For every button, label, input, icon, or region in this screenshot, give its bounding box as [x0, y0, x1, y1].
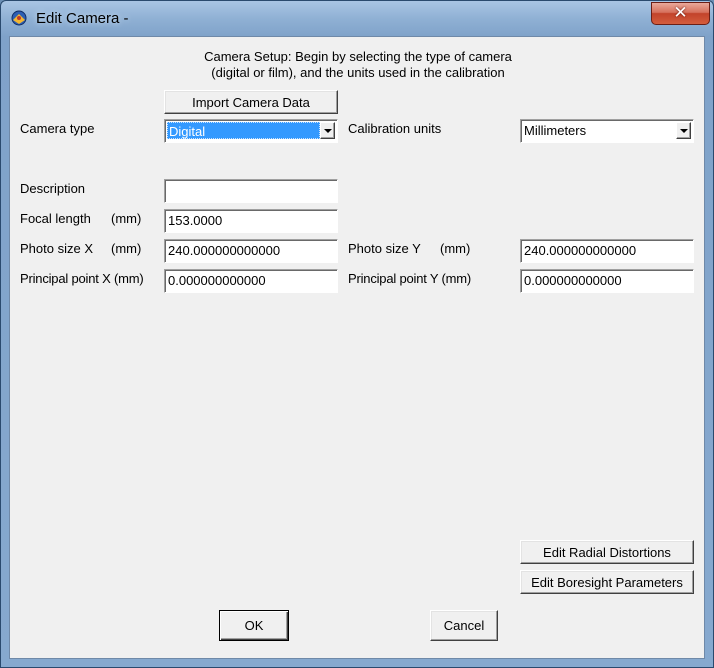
principal-point-y-label: Principal point Y (mm)	[348, 271, 471, 286]
camera-type-value: Digital	[167, 122, 320, 139]
camera-app-icon	[11, 10, 27, 26]
calibration-units-dropdown-button[interactable]	[676, 122, 691, 139]
window-title: Edit Camera -	[36, 10, 129, 27]
edit-boresight-parameters-button[interactable]: Edit Boresight Parameters	[520, 570, 694, 594]
import-camera-data-button[interactable]: Import Camera Data	[164, 90, 338, 114]
focal-length-input[interactable]: 153.0000	[164, 209, 338, 233]
photo-size-y-unit: (mm)	[440, 241, 471, 256]
camera-type-dropdown-button[interactable]	[320, 122, 335, 139]
photo-size-y-input[interactable]: 240.000000000000	[520, 239, 694, 263]
ok-button[interactable]: OK	[219, 610, 289, 641]
cancel-button[interactable]: Cancel	[430, 610, 498, 641]
dialog-body: Camera Setup: Begin by selecting the typ…	[9, 36, 705, 659]
photo-size-x-unit: (mm)	[111, 241, 142, 256]
photo-size-y-label: Photo size Y	[348, 241, 421, 256]
chevron-down-icon	[680, 129, 688, 133]
instructions-line-2: (digital or film), and the units used in…	[211, 65, 505, 80]
chevron-down-icon	[324, 129, 332, 133]
principal-point-x-label: Principal point X (mm)	[20, 271, 144, 286]
calibration-units-select[interactable]: Millimeters	[520, 119, 694, 143]
calibration-units-label: Calibration units	[348, 121, 442, 136]
edit-camera-window: Edit Camera - ✕ Camera Setup: Begin by s…	[0, 0, 714, 668]
close-icon: ✕	[673, 3, 688, 23]
description-label: Description	[20, 181, 86, 196]
focal-length-label: Focal length	[20, 211, 91, 226]
focal-length-unit: (mm)	[111, 211, 142, 226]
camera-type-select[interactable]: Digital	[164, 119, 338, 143]
photo-size-x-label: Photo size X	[20, 241, 93, 256]
photo-size-x-input[interactable]: 240.000000000000	[164, 239, 338, 263]
camera-type-label: Camera type	[20, 121, 95, 136]
close-button[interactable]: ✕	[651, 2, 710, 25]
edit-radial-distortions-button[interactable]: Edit Radial Distortions	[520, 540, 694, 564]
description-input[interactable]	[164, 179, 338, 203]
principal-point-x-input[interactable]: 0.000000000000	[164, 269, 338, 293]
title-bar[interactable]: Edit Camera - ✕	[1, 1, 713, 35]
instructions-line-1: Camera Setup: Begin by selecting the typ…	[204, 49, 512, 64]
calibration-units-value: Millimeters	[524, 123, 587, 138]
principal-point-y-input[interactable]: 0.000000000000	[520, 269, 694, 293]
